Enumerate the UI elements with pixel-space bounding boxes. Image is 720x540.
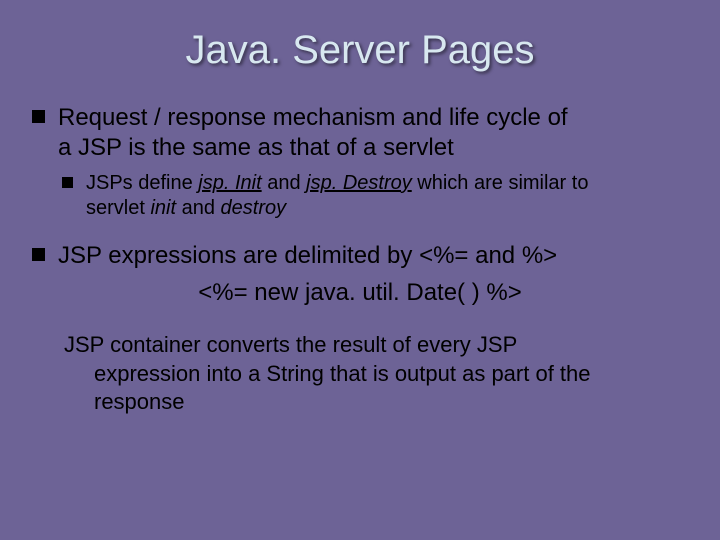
- slide: Java. Server Pages Request / response me…: [0, 0, 720, 540]
- text: a JSP is the same as that of a servlet: [58, 134, 454, 161]
- slide-title: Java. Server Pages: [30, 28, 690, 73]
- text: response: [94, 389, 185, 414]
- text: expression into a String that is output …: [94, 361, 591, 386]
- text: servlet: [86, 197, 150, 219]
- bullet-jsp-expressions: JSP expressions are delimited by <%= and…: [30, 241, 690, 271]
- bullet-request-response: Request / response mechanism and life cy…: [30, 103, 690, 163]
- bullet-jsp-init-destroy: JSPs define jsp. Init and jsp. Destroy w…: [30, 171, 690, 221]
- term-destroy: destroy: [221, 197, 287, 219]
- text: and: [176, 197, 220, 219]
- text: and: [262, 172, 306, 194]
- jsp-expression-example: <%= new java. util. Date( ) %>: [30, 279, 690, 307]
- term-init: init: [150, 197, 176, 219]
- term-jspdestroy: jsp. Destroy: [306, 172, 412, 194]
- text: JSPs define: [86, 172, 198, 194]
- text: Request / response mechanism and life cy…: [58, 104, 568, 131]
- text: which are similar to: [412, 172, 589, 194]
- paragraph-container-converts: JSP container converts the result of eve…: [64, 331, 690, 417]
- text: JSP container converts the result of eve…: [64, 332, 517, 357]
- term-jspinit: jsp. Init: [198, 172, 261, 194]
